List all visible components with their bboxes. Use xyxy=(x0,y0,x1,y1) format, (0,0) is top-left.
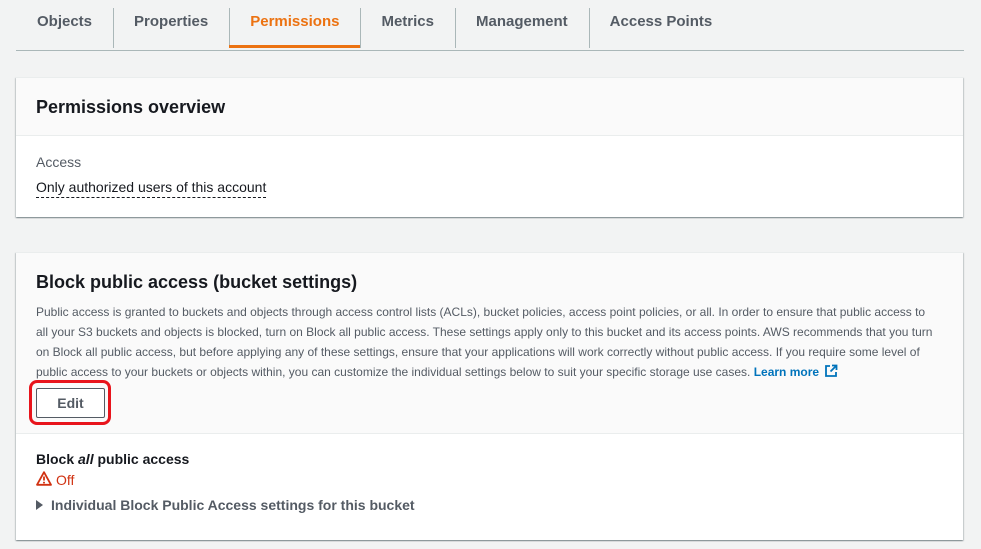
learn-more-link[interactable]: Learn more xyxy=(753,364,839,379)
tab-management[interactable]: Management xyxy=(454,0,589,48)
tab-objects[interactable]: Objects xyxy=(16,0,113,42)
block-all-status: Off xyxy=(36,471,74,489)
permissions-overview-title: Permissions overview xyxy=(36,97,226,117)
block-public-access-title: Block public access (bucket settings) xyxy=(36,272,358,292)
access-value[interactable]: Only authorized users of this account xyxy=(36,179,267,198)
tab-permissions[interactable]: Permissions xyxy=(229,0,361,48)
status-text: Off xyxy=(56,472,75,488)
block-all-prefix: Block xyxy=(36,451,79,467)
block-all-emphasis: all xyxy=(78,451,94,467)
caret-right-icon xyxy=(36,500,43,510)
block-all-public-access-label: Block all public access xyxy=(36,451,189,467)
access-label: Access xyxy=(36,154,82,170)
tab-properties[interactable]: Properties xyxy=(113,0,229,48)
block-all-suffix: public access xyxy=(93,451,190,467)
external-link-icon xyxy=(824,364,838,384)
individual-settings-expander[interactable]: Individual Block Public Access settings … xyxy=(36,497,415,513)
learn-more-label: Learn more xyxy=(753,365,820,379)
tab-bar: Objects Properties Permissions Metrics M… xyxy=(16,0,964,51)
expander-label: Individual Block Public Access settings … xyxy=(51,497,415,513)
block-public-access-panel: Block public access (bucket settings) Pu… xyxy=(16,252,963,540)
block-public-access-description: Public access is granted to buckets and … xyxy=(36,302,936,384)
block-public-access-header: Block public access (bucket settings) Pu… xyxy=(16,253,963,434)
edit-button[interactable]: Edit xyxy=(36,388,105,418)
warning-icon xyxy=(36,471,52,489)
tab-access-points[interactable]: Access Points xyxy=(588,0,734,48)
permissions-overview-header: Permissions overview xyxy=(16,78,963,136)
tab-metrics[interactable]: Metrics xyxy=(360,0,455,48)
permissions-overview-panel: Permissions overview Access Only authori… xyxy=(16,77,963,217)
